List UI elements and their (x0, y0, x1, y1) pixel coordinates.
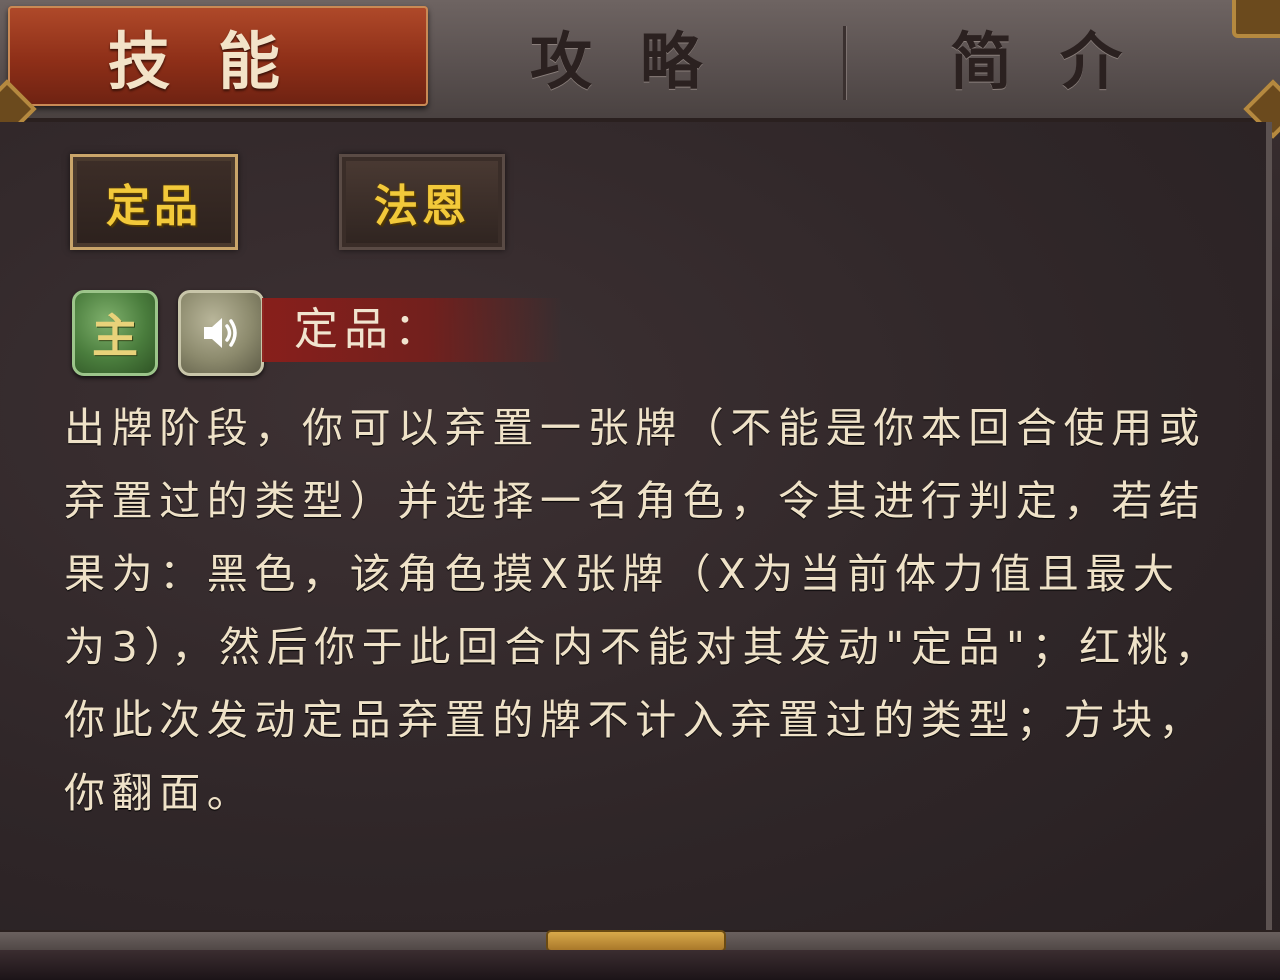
tab-intro[interactable]: 简介 (860, 6, 1260, 106)
tab-skill[interactable]: 技能 (8, 6, 428, 106)
tab-divider (843, 26, 846, 100)
tab-guide[interactable]: 攻略 (440, 6, 840, 106)
skill-button-faen[interactable]: 法恩 (339, 154, 505, 250)
corner-ornament-top-right (1232, 0, 1280, 38)
tab-bar: 技能 攻略 简介 (0, 0, 1280, 122)
skill-description: 出牌阶段，你可以弃置一张牌（不能是你本回合使用或弃置过的类型）并选择一名角色，令… (64, 404, 1222, 817)
skill-panel: 定品 法恩 主 定品： 出牌阶段，你可以弃置一张牌（不能是你本回合使用或弃置过的… (0, 122, 1272, 930)
sound-button[interactable] (178, 290, 264, 376)
skill-window: 技能 攻略 简介 定品 法恩 主 定品： 出牌阶段，你可以弃置一张牌（不能是你本… (0, 0, 1280, 980)
main-skill-badge: 主 (72, 290, 158, 376)
skill-button-dingpin[interactable]: 定品 (70, 154, 238, 250)
bottom-ornament (548, 932, 724, 950)
speaker-icon (204, 318, 237, 348)
skill-title: 定品： (294, 304, 444, 355)
bottom-shadow (0, 950, 1280, 980)
